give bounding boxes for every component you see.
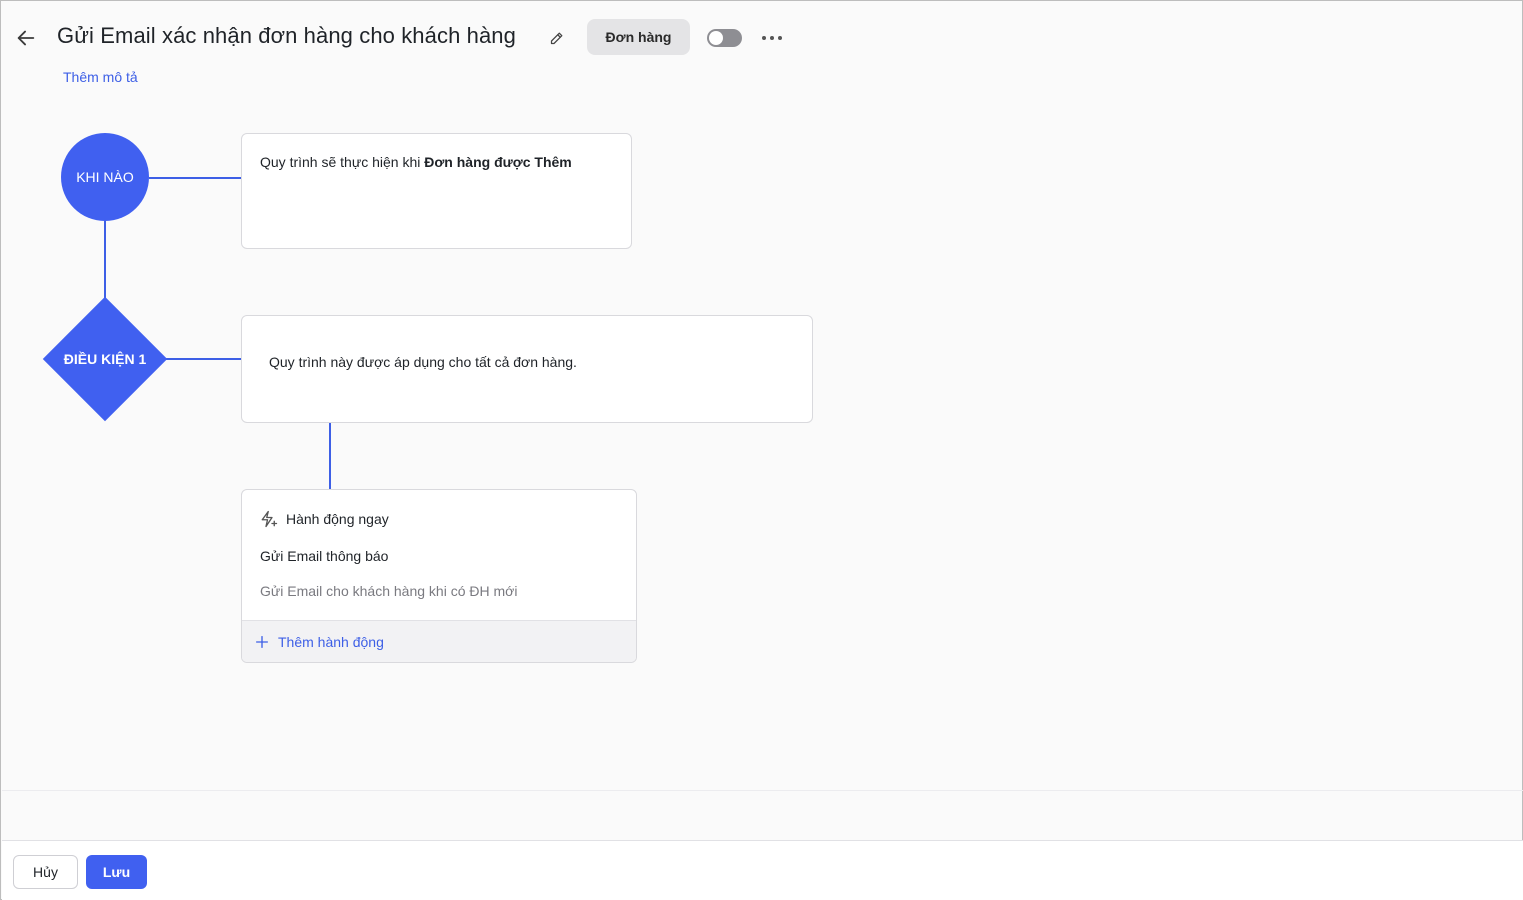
trigger-event: Đơn hàng được Thêm xyxy=(424,154,572,170)
category-tag-button[interactable]: Đơn hàng xyxy=(587,19,690,55)
active-toggle[interactable] xyxy=(707,29,742,47)
connector-trigger-condition xyxy=(104,221,106,301)
add-action-button[interactable]: Thêm hành động xyxy=(242,620,636,662)
save-button[interactable]: Lưu xyxy=(86,855,147,889)
connector-trigger-card xyxy=(149,177,241,179)
pencil-icon xyxy=(550,32,562,44)
toggle-knob xyxy=(709,31,723,45)
arrow-left-icon xyxy=(17,30,35,46)
connector-condition-action xyxy=(329,423,331,489)
action-item-title[interactable]: Gửi Email thông báo xyxy=(260,548,388,564)
trigger-text-prefix: Quy trình sẽ thực hiện khi xyxy=(260,154,425,170)
connector-condition-card xyxy=(165,358,241,360)
more-options-button[interactable] xyxy=(757,27,787,49)
trigger-card[interactable]: Quy trình sẽ thực hiện khi Đơn hàng được… xyxy=(241,133,632,249)
action-item-description: Gửi Email cho khách hàng khi có ĐH mới xyxy=(260,583,518,599)
condition-node-label: ĐIỀU KIỆN 1 xyxy=(63,351,147,367)
add-description-link[interactable]: Thêm mô tả xyxy=(63,69,138,85)
more-horizontal-icon xyxy=(762,36,782,40)
condition-node[interactable]: ĐIỀU KIỆN 1 xyxy=(42,296,168,422)
condition-text: Quy trình này được áp dụng cho tất cả đơ… xyxy=(269,354,577,370)
footer-divider xyxy=(2,790,1523,791)
action-card-header: Hành động ngay xyxy=(260,510,389,528)
action-card: Hành động ngay Gửi Email thông báo Gửi E… xyxy=(241,489,637,663)
back-button[interactable] xyxy=(13,25,39,51)
plus-icon xyxy=(256,635,268,648)
lightning-plus-icon xyxy=(261,510,278,528)
edit-title-button[interactable] xyxy=(547,29,565,47)
cancel-button[interactable]: Hủy xyxy=(13,855,78,889)
trigger-node[interactable]: KHI NÀO xyxy=(61,133,149,221)
add-action-label: Thêm hành động xyxy=(278,633,384,650)
page-title: Gửi Email xác nhận đơn hàng cho khách hà… xyxy=(57,23,516,48)
trigger-node-label: KHI NÀO xyxy=(76,169,134,185)
workflow-editor: Gửi Email xác nhận đơn hàng cho khách hà… xyxy=(0,0,1523,900)
condition-card[interactable]: Quy trình này được áp dụng cho tất cả đơ… xyxy=(241,315,813,423)
action-card-header-label: Hành động ngay xyxy=(286,511,389,527)
footer-bar: Hủy Lưu xyxy=(2,840,1523,900)
